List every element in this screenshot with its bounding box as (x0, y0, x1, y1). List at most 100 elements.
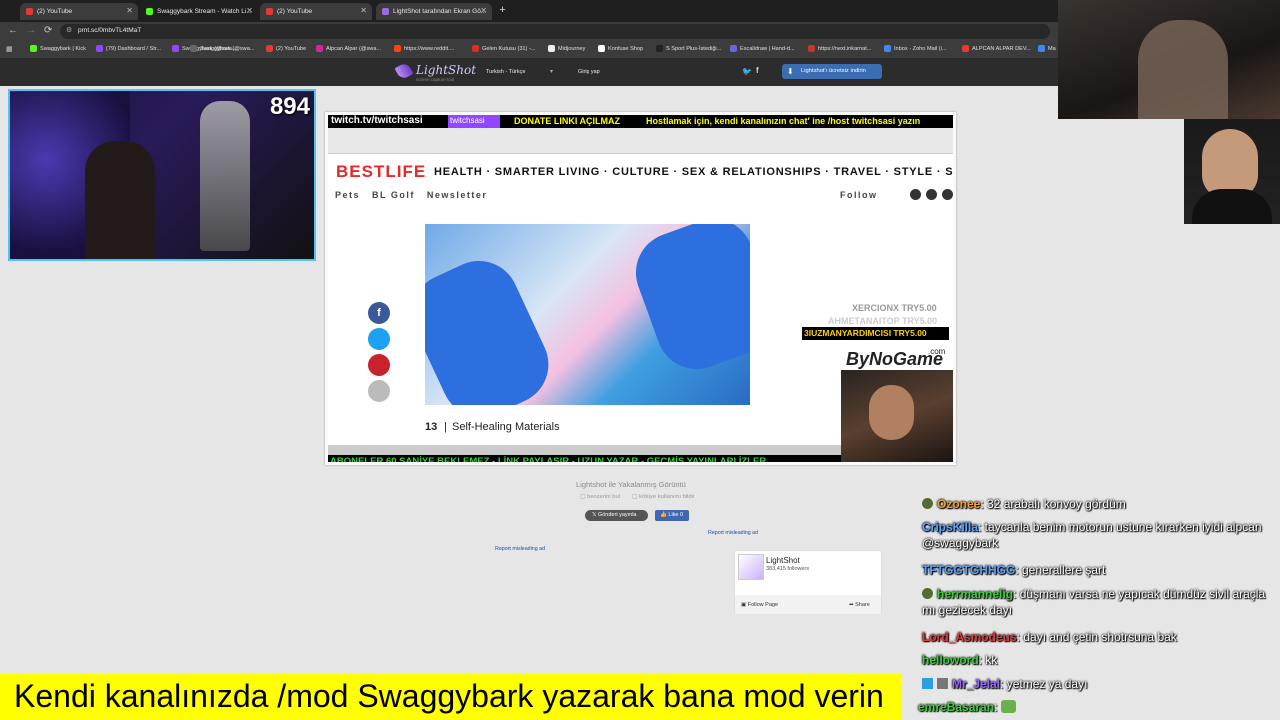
fb-page-name[interactable]: LightShot (766, 556, 800, 565)
chat-badge-icon (937, 678, 948, 689)
chat-username: TFTGGTGHHGG (922, 563, 1016, 577)
chevron-down-icon: ▾ (550, 69, 554, 75)
share-facebook-icon: f (368, 302, 390, 324)
bookmark-item[interactable]: https://www.reddit.... (394, 45, 454, 52)
chat-username: Mr_Jelal (952, 677, 1001, 691)
reload-icon[interactable]: ⟳ (44, 25, 52, 36)
fb-share-button[interactable]: ➦ Share (849, 602, 870, 608)
bookmark-label: Konfuse Shop (608, 45, 644, 52)
konfuse-icon (598, 45, 605, 52)
chat-text: : (994, 700, 998, 714)
tab-youtube-2[interactable]: (2) YouTube ✕ (260, 3, 372, 20)
chat-username: CripsKilla (922, 520, 979, 534)
twitter-icon (926, 189, 937, 200)
close-tab-icon[interactable]: ✕ (360, 6, 367, 15)
bookmark-item[interactable]: Excalidraw | Hand-d... (730, 45, 795, 52)
chat-text: : 32 arabalı konvoy gördüm (980, 497, 1126, 511)
chat-overlay: Ozonee: 32 arabalı konvoy gördüm CripsKi… (912, 490, 1280, 720)
report-abuse-link[interactable]: ▢ kötüye kullanımı bildir (632, 494, 695, 500)
inkarnate-icon (808, 45, 815, 52)
twitch-badge: twitchsasi (448, 115, 500, 128)
back-arrow-icon[interactable]: ← (8, 25, 18, 36)
bookmark-label: S Sport Plus-İstediği... (666, 45, 722, 52)
bookmark-item[interactable]: Midjourney (548, 45, 585, 52)
chat-username: Ozonee (937, 497, 981, 511)
article-image (425, 224, 750, 405)
tab-youtube-1[interactable]: (2) YouTube ✕ (20, 3, 138, 20)
chat-message: emreBasaran: (918, 699, 1273, 715)
close-tab-icon[interactable]: ✕ (480, 6, 487, 15)
guest-webcam-1 (1058, 0, 1280, 119)
bookmark-item[interactable]: Swaggybark (@swa... (190, 45, 255, 52)
lightshot-logo[interactable]: LightShot (416, 63, 476, 77)
fb-follow-button[interactable]: ▣ Follow Page (741, 602, 778, 608)
bookmark-label: Swaggybark | Kick (40, 45, 86, 52)
facebook-icon[interactable]: f (756, 66, 759, 75)
streamer-silhouette (85, 141, 155, 259)
bookmark-item[interactable]: ALPCAN ALPAR DEV... (962, 45, 1031, 52)
bookmark-label: Gelen Kutusu (31) -... (482, 45, 536, 52)
bookmark-label: (2) YouTube (276, 45, 307, 52)
chat-badge-icon (922, 498, 933, 509)
site-nav: HEALTH · SMARTER LIVING · CULTURE · SEX … (434, 166, 956, 178)
apps-grid-icon[interactable]: ▦ (6, 45, 13, 53)
bookmark-item[interactable]: Gelen Kutusu (31) -... (472, 45, 535, 52)
bookmark-label: ALPCAN ALPAR DEV... (972, 45, 1031, 52)
instagram-icon (316, 45, 323, 52)
caption-number: 13 (425, 421, 438, 433)
bookmark-icon (962, 45, 969, 52)
download-icon: ⬇ (787, 67, 794, 76)
tab-title: LightShot tarafından Ekran Gö... (393, 8, 487, 15)
bottom-ticker-text: ABONELER 60 SANİYE BEKLEMEZ - LİNK PAYLA… (330, 456, 767, 465)
like-button[interactable]: 👍 Like 0 (655, 510, 689, 521)
twitter-icon[interactable]: 🐦 (742, 67, 752, 76)
chat-message: Ozonee: 32 arabalı konvoy gördüm (922, 496, 1277, 512)
chat-username: emreBasaran (918, 700, 995, 714)
bookmark-item[interactable]: Swaggybark | Kick (30, 45, 86, 52)
tweet-label: Gönderi yayınla (597, 512, 637, 518)
forward-arrow-icon[interactable]: → (26, 25, 36, 36)
site-info-icon[interactable]: ⚙ (66, 26, 72, 34)
chat-message: herrmannelig: düşmanı varsa ne yapıcak d… (922, 586, 1277, 618)
bookmark-item[interactable]: https://next.inkarnat... (808, 45, 871, 52)
url-field[interactable]: ⚙ prnt.sc/0mbvTL4tMaT (60, 24, 1050, 39)
login-link[interactable]: Giriş yap (578, 69, 600, 75)
chat-message: Lord_Asmodeus: dayı and çetin shotrsuna … (922, 629, 1277, 645)
bookmark-item[interactable]: S Sport Plus-İstediği... (656, 45, 721, 52)
report-ad-link[interactable]: Report misleading ad (708, 530, 758, 536)
close-tab-icon[interactable]: ✕ (126, 6, 133, 15)
fb-follow-label: Follow Page (747, 602, 779, 608)
chat-message: Mr_Jelal: yetmez ya dayı (922, 676, 1277, 692)
mod-banner-text: Kendi kanalınızda /mod Swaggybark yazara… (14, 678, 884, 714)
follow-label: Follow (840, 190, 878, 200)
midjourney-icon (548, 45, 555, 52)
bookmarks-bar: ▦ Swaggybark | Kick (79) Dashboard / Str… (0, 41, 1058, 59)
viewer-counter: 894 (269, 93, 310, 120)
donor-2: AHMETANAITOP TRY5.00 (828, 316, 938, 326)
top-ticker: twitch.tv/twitchsasi twitchsasi DONATE L… (328, 115, 953, 128)
close-tab-icon[interactable]: ✕ (246, 6, 253, 15)
bookmark-item[interactable]: Inbox - Zoho Mail (i... (884, 45, 947, 52)
report-ad-link[interactable]: Report misleading ad (495, 546, 545, 552)
chat-text: : dayı and çetin shotrsuna bak (1016, 630, 1177, 644)
tab-kick[interactable]: Swaggybark Stream - Watch Li... ✕ (140, 3, 258, 20)
streamer-webcam: 894 (8, 89, 316, 261)
tab-lightshot[interactable]: LightShot tarafından Ekran Gö... ✕ (376, 3, 492, 20)
chat-username: helloword (922, 653, 979, 667)
share-pinterest-icon (368, 354, 390, 376)
bookmark-item[interactable]: Alpcan Alpar (@swa... (316, 45, 381, 52)
similar-link[interactable]: ▢ benzerini bul (580, 494, 620, 500)
facecam-overlay (841, 370, 953, 462)
bookmark-item[interactable]: Konfuse Shop (598, 45, 643, 52)
bookmark-item[interactable]: (79) Dashboard / Str... (96, 45, 161, 52)
download-button[interactable]: ⬇ Lightshot'ı ücretsiz indirin (782, 64, 882, 79)
bookmark-item[interactable]: (2) YouTube (266, 45, 306, 52)
page-title: Lightshot ile Yakalanmış Görüntü (576, 480, 686, 489)
download-label: Lightshot'ı ücretsiz indirin (801, 68, 866, 74)
language-select[interactable]: Turkish - Türkçe (486, 69, 525, 75)
tweet-button[interactable]: 𝕏 Gönderi yayınla (585, 510, 648, 521)
chat-message: helloword: kk (922, 652, 1277, 668)
new-tab-button[interactable]: + (496, 4, 509, 17)
bookmark-item[interactable]: Ma (1038, 45, 1056, 52)
glove-left (425, 247, 562, 405)
